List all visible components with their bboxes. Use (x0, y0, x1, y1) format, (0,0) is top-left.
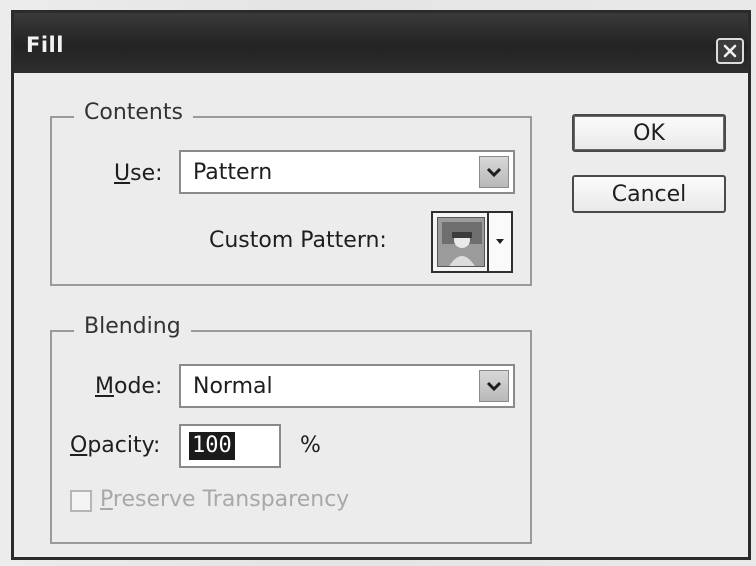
use-select-arrow[interactable] (479, 156, 509, 188)
preserve-transparency-checkbox[interactable] (70, 490, 92, 512)
mode-select-arrow[interactable] (479, 370, 509, 402)
pattern-thumbnail[interactable] (437, 217, 485, 267)
pattern-dropdown-button[interactable] (487, 213, 511, 271)
mode-select[interactable]: Normal (179, 364, 515, 408)
contents-group: Contents Use: Pattern Custom Pattern: (50, 100, 532, 286)
blending-group: Blending Mode: Normal Opacity: 100 % Pre… (50, 314, 532, 544)
pattern-image-icon (438, 218, 484, 266)
mode-label: Mode: (95, 374, 163, 399)
fill-dialog: Fill Contents Use: Pattern Custom Patter… (11, 10, 751, 560)
use-label: Use: (114, 161, 163, 186)
mode-select-value: Normal (193, 374, 273, 399)
title-bar[interactable]: Fill (14, 13, 748, 73)
preserve-transparency-label: Preserve Transparency (100, 487, 350, 512)
chevron-down-icon (486, 167, 502, 178)
opacity-unit: % (300, 433, 321, 458)
use-select-value: Pattern (193, 160, 273, 185)
custom-pattern-label: Custom Pattern: (209, 228, 387, 253)
ok-button[interactable]: OK (572, 114, 726, 152)
caret-down-icon (496, 239, 504, 244)
opacity-value: 100 (189, 432, 235, 460)
chevron-down-icon (486, 381, 502, 392)
opacity-input[interactable]: 100 (179, 424, 281, 468)
cancel-button[interactable]: Cancel (572, 175, 726, 213)
blending-group-label: Blending (74, 314, 191, 339)
close-button[interactable] (716, 38, 744, 64)
dialog-title: Fill (26, 33, 64, 57)
custom-pattern-picker[interactable] (431, 211, 513, 273)
opacity-label: Opacity: (70, 433, 161, 458)
contents-group-label: Contents (74, 100, 193, 125)
close-icon (723, 44, 737, 58)
use-select[interactable]: Pattern (179, 150, 515, 194)
